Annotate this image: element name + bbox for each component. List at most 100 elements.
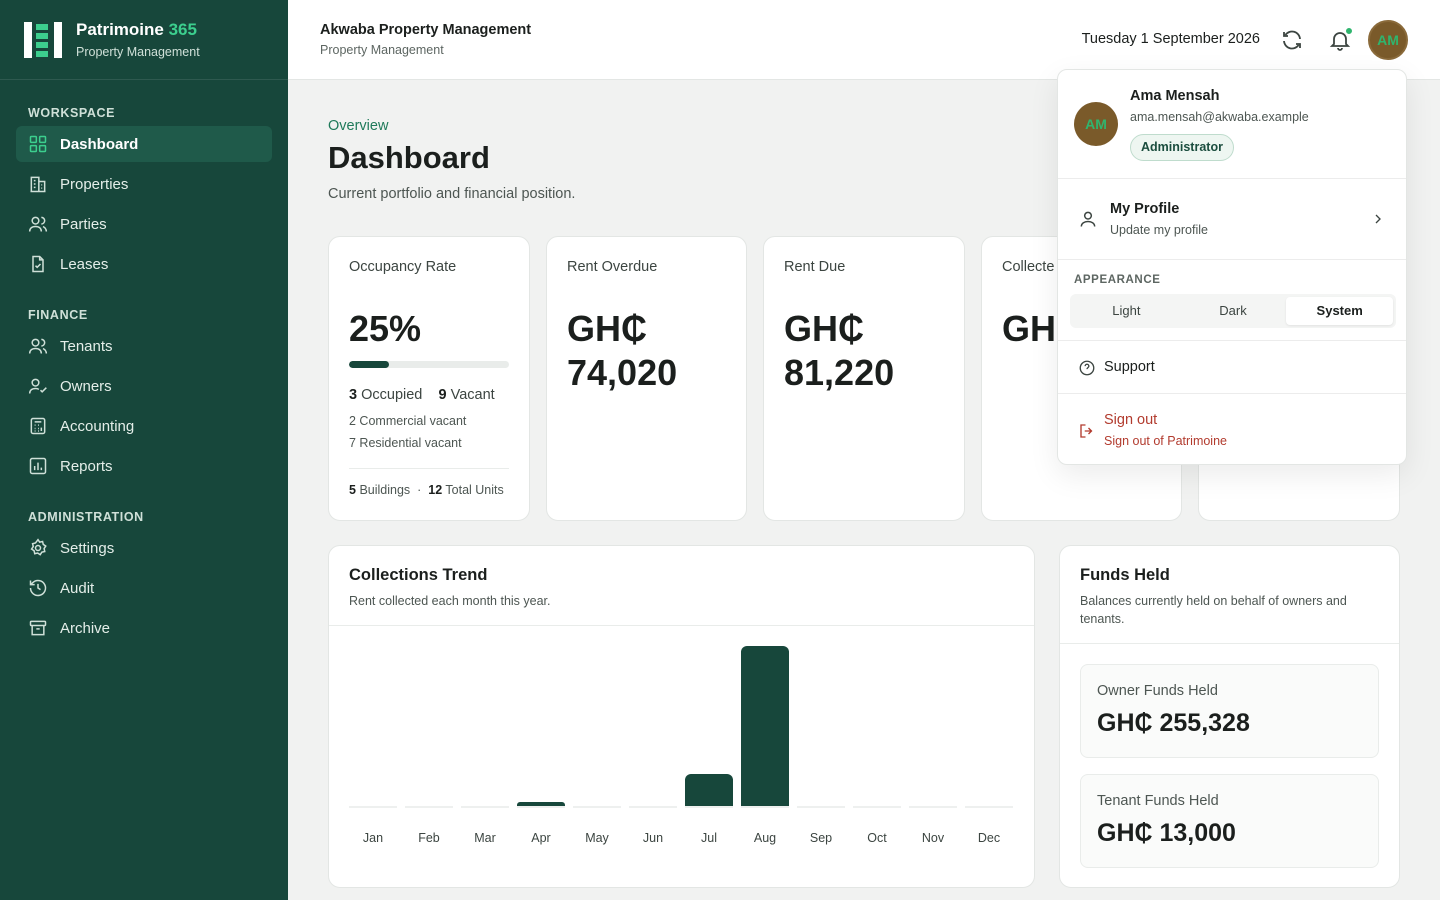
chart-baseline xyxy=(349,806,397,808)
users-icon xyxy=(28,338,48,354)
nav-section-title: ADMINISTRATION xyxy=(28,510,144,524)
summary-separator: · xyxy=(417,483,422,497)
users-icon xyxy=(28,216,48,232)
chart-baseline xyxy=(629,806,677,808)
sidebar-item-owners[interactable]: Owners xyxy=(16,368,272,404)
sidebar-item-reports[interactable]: Reports xyxy=(16,448,272,484)
kpi-label: Occupancy Rate xyxy=(349,259,457,275)
chart-tick-label: Dec xyxy=(977,831,1001,845)
fund-label: Tenant Funds Held xyxy=(1097,793,1219,809)
section-subtitle: Rent collected each month this year. xyxy=(349,594,551,608)
chart-tick-label: Nov xyxy=(921,831,945,845)
chart-baseline xyxy=(461,806,509,808)
section-title: Collections Trend xyxy=(349,566,488,584)
user-email: ama.mensah@akwaba.example xyxy=(1130,110,1309,124)
fund-value: GH₵ 255,328 xyxy=(1097,709,1250,737)
page-description: Current portfolio and financial position… xyxy=(328,186,576,202)
chart-bar-apr[interactable] xyxy=(517,802,565,806)
kpi-value: 25% xyxy=(349,308,422,349)
occupancy-counts: 3 Occupied 9 Vacant xyxy=(349,387,495,403)
chart-tick-label: Apr xyxy=(531,831,551,845)
kpi-label: Rent Due xyxy=(784,259,846,275)
sidebar-item-dashboard[interactable]: Dashboard xyxy=(16,126,272,162)
user-name: Ama Mensah xyxy=(1130,88,1220,104)
sign-out-item[interactable]: Sign out Sign out of Patrimoine xyxy=(1058,394,1406,466)
sidebar-item-leases[interactable]: Leases xyxy=(16,246,272,282)
chart-tick-label: Oct xyxy=(867,831,887,845)
owner-funds-box[interactable]: Owner Funds Held GH₵ 255,328 xyxy=(1080,664,1379,758)
chart-tick-label: Feb xyxy=(418,831,440,845)
kpi-label: Rent Overdue xyxy=(567,259,658,275)
sidebar-item-settings[interactable]: Settings xyxy=(16,530,272,566)
portfolio-summary: 5 Buildings · 12 Total Units xyxy=(349,483,504,497)
org-name: Akwaba Property Management xyxy=(320,22,532,38)
chart-baseline xyxy=(517,806,565,808)
chevron-right-icon xyxy=(1375,214,1381,224)
sidebar-item-tenants[interactable]: Tenants xyxy=(16,328,272,364)
nav-finance: FINANCE Tenants Owners Accounting Report… xyxy=(0,308,288,484)
chart-tick-label: Aug xyxy=(753,831,777,845)
appearance-label: APPEARANCE xyxy=(1074,274,1161,286)
brand[interactable]: Patrimoine 365 Property Management xyxy=(0,0,288,80)
appearance-dark-option[interactable]: Dark xyxy=(1180,297,1287,325)
nav-section-title: WORKSPACE xyxy=(28,106,116,120)
sidebar-item-audit[interactable]: Audit xyxy=(16,570,272,606)
chart-tick-label: Mar xyxy=(474,831,496,845)
calculator-icon xyxy=(30,417,46,435)
buildings-label: Buildings xyxy=(359,483,411,497)
section-title: Funds Held xyxy=(1080,566,1170,584)
occupancy-progress xyxy=(349,361,509,368)
sidebar-item-label: Parties xyxy=(60,215,107,233)
sidebar-item-label: Tenants xyxy=(60,337,113,355)
section-subtitle: Balances currently held on behalf of own… xyxy=(1080,594,1347,626)
notifications-button[interactable] xyxy=(1328,27,1353,52)
org-info: Akwaba Property Management Property Mana… xyxy=(320,22,531,57)
chart-tick-label: Jan xyxy=(362,831,384,845)
sidebar-item-label: Accounting xyxy=(60,417,135,435)
nav-workspace: WORKSPACE Dashboard Properties Parties L… xyxy=(0,106,288,282)
appearance-system-option[interactable]: System xyxy=(1286,297,1394,325)
rent-due-card[interactable]: Rent Due GH₵ 81,220 xyxy=(763,236,965,521)
org-subtitle: Property Management xyxy=(320,43,444,57)
occupancy-card[interactable]: Occupancy Rate 25% 3 Occupied 9 Vacant 2… xyxy=(328,236,530,521)
rent-overdue-card[interactable]: Rent Overdue GH₵ 74,020 xyxy=(546,236,747,521)
page-title: Dashboard xyxy=(328,140,490,175)
appearance-light-option[interactable]: Light xyxy=(1073,297,1180,325)
kpi-label: Collecte xyxy=(1002,259,1055,275)
sidebar-item-properties[interactable]: Properties xyxy=(16,166,272,202)
chart-baseline xyxy=(685,806,733,808)
chart-tick-label: Jun xyxy=(642,831,664,845)
sidebar-item-accounting[interactable]: Accounting xyxy=(16,408,272,444)
sidebar-item-label: Reports xyxy=(60,457,113,475)
menu-item-title: Sign out xyxy=(1104,412,1158,428)
vacant-label: Vacant xyxy=(450,387,495,403)
kpi-currency: GH₵ xyxy=(784,308,864,349)
refresh-icon[interactable] xyxy=(1280,28,1304,52)
collections-trend-card: Collections Trend Rent collected each mo… xyxy=(328,545,1035,888)
role-badge: Administrator xyxy=(1130,134,1234,161)
nav-administration: ADMINISTRATION Settings Audit Archive xyxy=(0,510,288,646)
tenant-funds-box[interactable]: Tenant Funds Held GH₵ 13,000 xyxy=(1080,774,1379,868)
my-profile-item[interactable]: My Profile Update my profile xyxy=(1058,179,1406,260)
kpi-value: GH₵ 74,020 xyxy=(567,307,677,395)
sidebar-item-archive[interactable]: Archive xyxy=(16,610,272,646)
grid-icon xyxy=(29,135,47,153)
bar-chart-icon xyxy=(29,457,47,475)
support-item[interactable]: Support xyxy=(1058,340,1406,394)
menu-item-title: Support xyxy=(1104,359,1155,375)
sidebar-item-parties[interactable]: Parties xyxy=(16,206,272,242)
menu-item-title: My Profile xyxy=(1110,201,1180,217)
sidebar-item-label: Settings xyxy=(60,539,115,557)
chart-baseline xyxy=(741,806,789,808)
buildings-count: 5 xyxy=(349,483,356,497)
units-label: Total Units xyxy=(445,483,504,497)
commercial-vacant: 2 Commercial vacant xyxy=(349,414,467,428)
history-icon xyxy=(29,579,47,597)
chart-bar-aug[interactable] xyxy=(741,646,789,806)
fund-value: GH₵ 13,000 xyxy=(1097,819,1236,847)
residential-vacant: 7 Residential vacant xyxy=(349,436,462,450)
avatar[interactable]: AM xyxy=(1368,20,1408,60)
occupied-label: Occupied xyxy=(361,387,423,403)
chart-baseline xyxy=(909,806,957,808)
chart-bar-jul[interactable] xyxy=(685,774,733,806)
